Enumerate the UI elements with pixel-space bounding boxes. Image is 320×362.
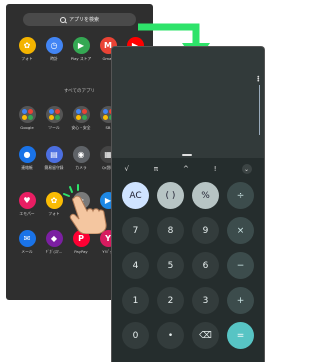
- app-label: Google: [20, 125, 34, 130]
- equals-key[interactable]: =: [227, 322, 254, 349]
- app-label: ツール: [48, 125, 60, 130]
- search-label: アプリを検索: [68, 17, 99, 23]
- mail-icon: ✉: [18, 230, 36, 247]
- clock-icon: ◷: [45, 37, 63, 54]
- app-ツール[interactable]: ツール: [43, 106, 65, 131]
- app-label: 安心・安全: [71, 125, 91, 130]
- app-label: メール: [21, 249, 33, 254]
- safety-folder-icon: [72, 106, 90, 123]
- tools-folder-icon: [45, 106, 63, 123]
- app-連絡帳[interactable]: ● 連絡帳: [16, 146, 38, 171]
- app-時計[interactable]: ◷ 時計: [43, 37, 65, 62]
- app-簡易留守録[interactable]: ▤ 簡易留守録: [43, 146, 65, 171]
- sqrt-key[interactable]: √: [124, 165, 128, 173]
- app-label: 簡易留守録: [44, 165, 64, 170]
- key-6[interactable]: 6: [192, 252, 219, 279]
- key-0[interactable]: 0: [122, 322, 149, 349]
- app-フォト[interactable]: ✿ フォト: [16, 37, 38, 62]
- plus-key[interactable]: +: [227, 287, 254, 314]
- app-label: 連絡帳: [21, 165, 33, 170]
- power-key[interactable]: ^: [183, 165, 189, 173]
- app-label: SB: [105, 125, 111, 130]
- app-icon: ◆: [45, 230, 63, 247]
- calculator-display: • • •: [112, 47, 264, 158]
- percent-key[interactable]: %: [192, 182, 219, 209]
- emopa-icon: ♥: [18, 192, 36, 209]
- scientific-row: √ π ^ ! ⌄: [112, 161, 264, 177]
- multiply-key[interactable]: ×: [227, 217, 254, 244]
- app-カメラ[interactable]: ◉ カメラ: [70, 146, 92, 171]
- minus-key[interactable]: −: [227, 252, 254, 279]
- app-安心・安全[interactable]: 安心・安全: [70, 106, 92, 131]
- app-メール[interactable]: ✉ メール: [16, 230, 38, 255]
- app-Play-ストア[interactable]: ▶ Play ストア: [70, 37, 92, 62]
- ac-key[interactable]: AC: [122, 182, 149, 209]
- chevron-down-icon[interactable]: ⌄: [241, 164, 252, 174]
- app-エモパー[interactable]: ♥ エモパー: [16, 192, 38, 217]
- key-9[interactable]: 9: [192, 217, 219, 244]
- voicemail-icon: ▤: [45, 146, 63, 163]
- key-4[interactable]: 4: [122, 252, 149, 279]
- decimal-key[interactable]: •: [157, 322, 184, 349]
- app-Google[interactable]: Google: [16, 106, 38, 131]
- app-search-bar[interactable]: アプリを検索: [23, 13, 136, 26]
- search-icon: [59, 16, 66, 23]
- parentheses-key[interactable]: ( ): [157, 182, 184, 209]
- app-label: フォト: [48, 211, 60, 216]
- app-label: PayPay: [74, 249, 88, 254]
- backspace-key[interactable]: ⌫: [192, 322, 219, 349]
- key-7[interactable]: 7: [122, 217, 149, 244]
- app-label: Play ストア: [70, 56, 92, 61]
- play-store-icon: ▶: [72, 37, 90, 54]
- history-drag-handle[interactable]: [182, 154, 192, 156]
- app-label: カメラ: [75, 165, 87, 170]
- photos-icon: ✿: [45, 192, 63, 209]
- app-label: エモパー: [19, 211, 35, 216]
- google-folder-icon: [18, 106, 36, 123]
- display-scrollbar: [258, 85, 260, 135]
- divide-key[interactable]: ÷: [227, 182, 254, 209]
- calculator-app: • • • √ π ^ ! ⌄ AC ( )% ÷ 7 8 9 × 4 5 6− 1 2 3 +0 • ⌫ =: [111, 46, 265, 362]
- contacts-icon: ●: [18, 146, 36, 163]
- pi-key[interactable]: π: [154, 165, 158, 173]
- key-8[interactable]: 8: [157, 217, 184, 244]
- camera-icon: ◉: [72, 146, 90, 163]
- more-options-icon[interactable]: • • •: [256, 75, 260, 85]
- app-label: フォト: [21, 56, 33, 61]
- app-label: 時計: [50, 56, 58, 61]
- key-1[interactable]: 1: [122, 287, 149, 314]
- factorial-key[interactable]: !: [214, 165, 217, 173]
- tap-gesture-icon: [63, 184, 107, 234]
- key-5[interactable]: 5: [157, 252, 184, 279]
- key-2[interactable]: 2: [157, 287, 184, 314]
- photos-icon: ✿: [18, 37, 36, 54]
- app-label: ｷﾞｶﾞ(ｽﾏ...: [45, 249, 63, 254]
- key-3[interactable]: 3: [192, 287, 219, 314]
